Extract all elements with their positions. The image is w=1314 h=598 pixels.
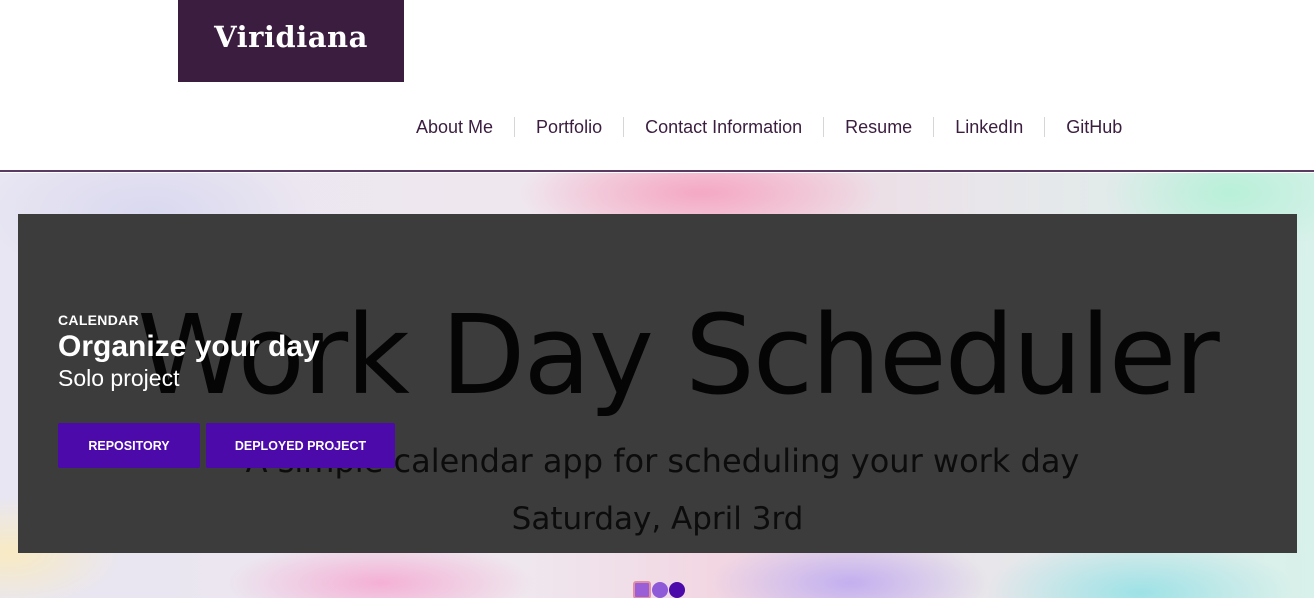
carousel-indicator-2[interactable] [652,582,668,598]
carousel-indicator-3[interactable] [669,582,685,598]
slide-buttons: REPOSITORY DEPLOYED PROJECT [58,423,395,468]
deployed-project-button[interactable]: DEPLOYED PROJECT [206,423,395,468]
slide-caption: CALENDAR Organize your day Solo project [58,311,320,392]
carousel-indicators [633,581,685,598]
nav-resume[interactable]: Resume [824,116,933,138]
nav-about-me[interactable]: About Me [395,116,514,138]
nav-portfolio[interactable]: Portfolio [515,116,623,138]
repository-button[interactable]: REPOSITORY [58,423,200,468]
caption-subtitle: Solo project [58,365,180,391]
main-nav: About Me Portfolio Contact Information R… [395,110,1143,144]
nav-linkedin[interactable]: LinkedIn [934,116,1044,138]
site-header: Viridiana About Me Portfolio Contact Inf… [0,0,1314,172]
site-logo[interactable]: Viridiana [178,0,404,82]
nav-github[interactable]: GitHub [1045,116,1143,138]
caption-title: Organize your day [58,330,320,363]
slide-image-date: Saturday, April 3rd [511,501,804,537]
caption-kicker: CALENDAR [58,312,139,328]
carousel-indicator-1[interactable] [633,581,651,598]
nav-contact-information[interactable]: Contact Information [624,116,823,138]
portfolio-page: Viridiana About Me Portfolio Contact Inf… [0,0,1314,598]
